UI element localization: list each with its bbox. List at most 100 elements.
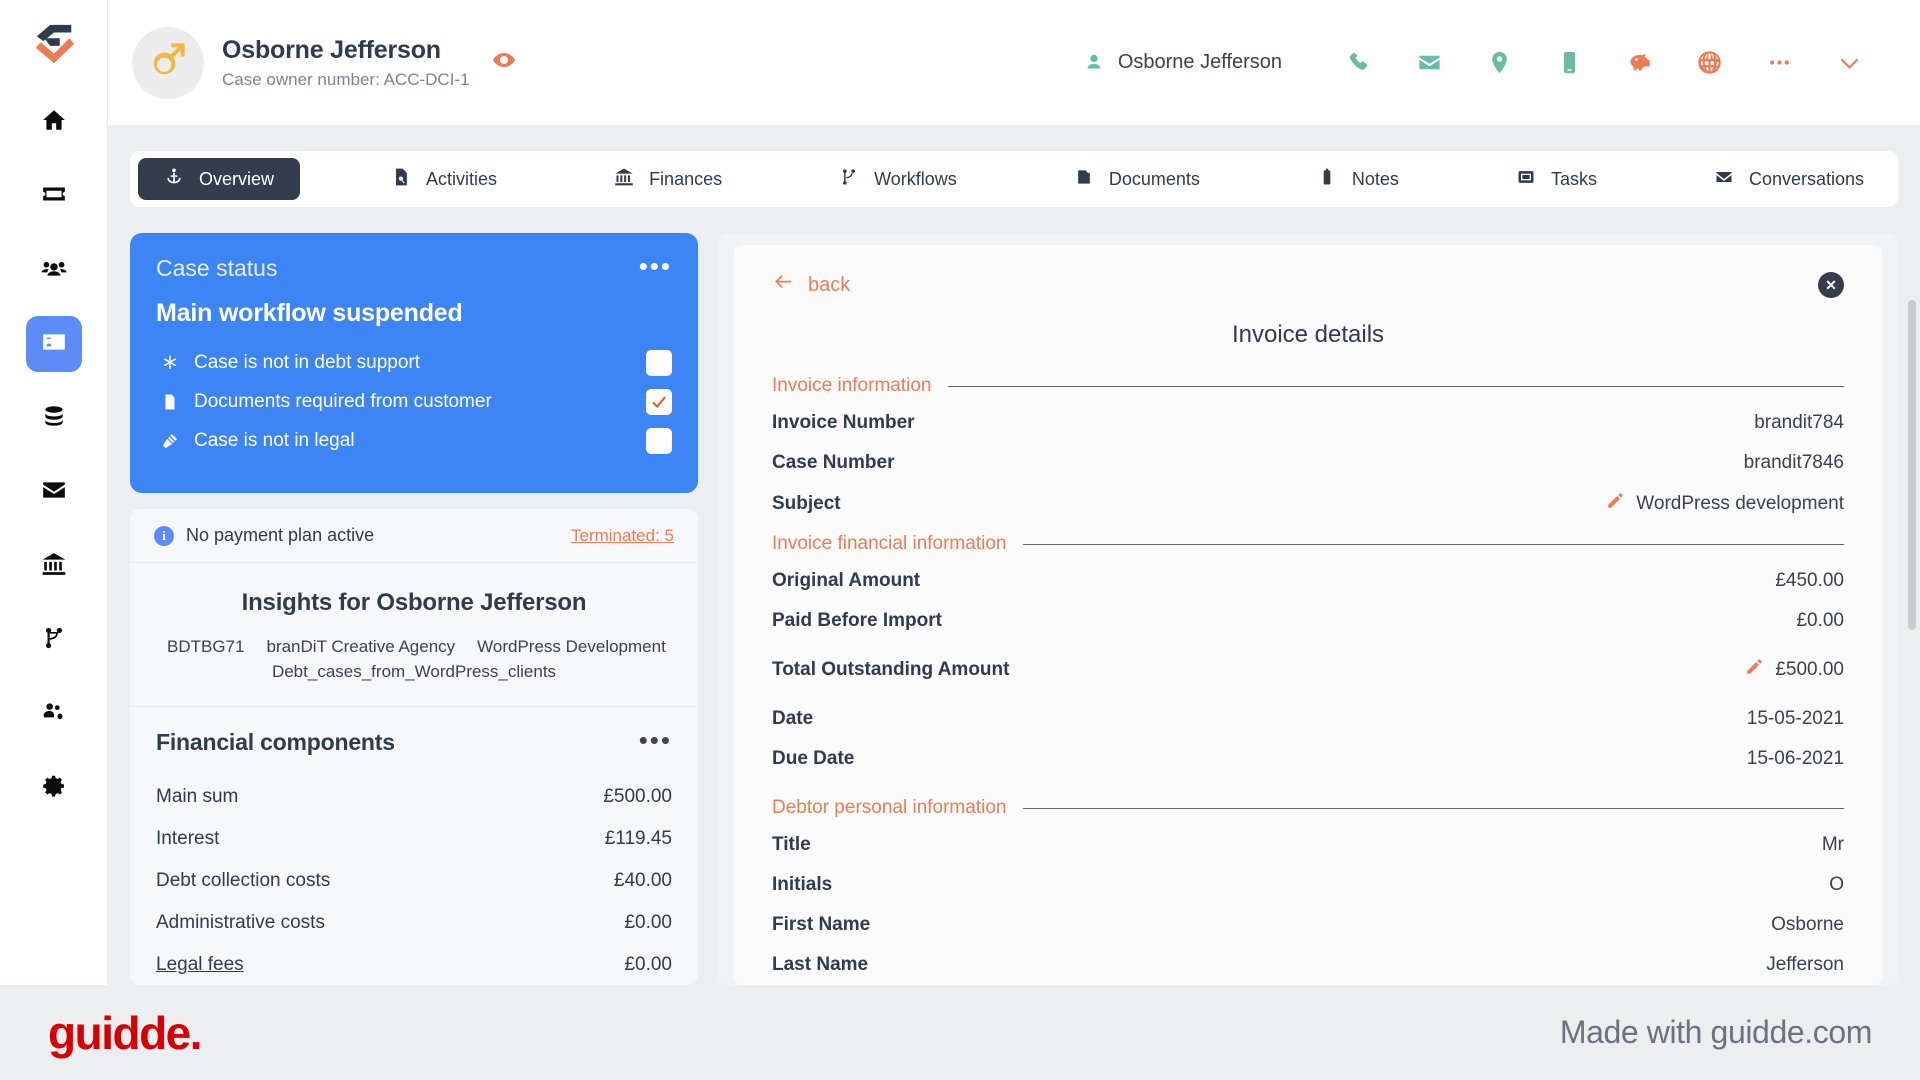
detail-row: Initials O (772, 865, 1844, 905)
row-spacer (772, 641, 1844, 649)
detail-row: Total Outstanding Amount £500.00 (772, 649, 1844, 691)
detail-row-value: Jefferson (1766, 954, 1844, 975)
piggy-bank-icon[interactable] (1604, 39, 1674, 87)
check-icon (652, 396, 666, 408)
asterisk-icon (156, 354, 184, 372)
financial-row: Legal fees £0.00 (156, 944, 672, 985)
sidebar-item-home[interactable] (26, 94, 82, 150)
chevron-down-icon[interactable] (1814, 39, 1884, 87)
section-label: Debtor personal information (772, 797, 1007, 818)
section-label: Invoice information (772, 375, 932, 396)
tab-documents[interactable]: Documents (1048, 158, 1226, 200)
info-icon: i (154, 525, 174, 546)
case-status-item-checkbox[interactable] (646, 428, 672, 454)
sidebar-item-mail[interactable] (26, 464, 82, 520)
envelope-icon (1714, 167, 1734, 192)
case-status-item[interactable]: Documents required from customer (156, 389, 672, 415)
phone-icon[interactable] (1324, 39, 1394, 87)
globe-icon[interactable] (1674, 39, 1744, 87)
eye-icon (492, 48, 516, 77)
database-icon (41, 403, 67, 434)
tab-overview[interactable]: Overview (138, 158, 301, 200)
sidebar-item-team-settings[interactable] (26, 686, 82, 742)
detail-row-value: brandit784 (1754, 412, 1844, 433)
financial-components-header: Financial components ••• (156, 728, 672, 756)
detail-row-key: Original Amount (772, 570, 921, 591)
detail-row-key: Initials (772, 874, 833, 895)
case-status-item[interactable]: Case is not in debt support (156, 350, 672, 376)
sidebar-item-workflows[interactable] (26, 612, 82, 668)
case-status-menu-ellipsis-icon[interactable]: ••• (639, 253, 672, 278)
gear-icon (41, 773, 67, 804)
sidebar-item-debtor-profile[interactable] (25, 316, 82, 372)
left-info-panel: i No payment plan active Terminated: 5 I… (130, 509, 698, 985)
back-button[interactable]: back (772, 271, 850, 299)
financial-row-value: £119.45 (604, 828, 672, 850)
visibility-toggle[interactable] (492, 48, 516, 77)
financial-row-key: Interest (156, 828, 220, 850)
case-status-item-label: Documents required from customer (194, 391, 492, 412)
card-icon (41, 181, 67, 212)
sidebar-item-customers[interactable] (26, 242, 82, 298)
close-icon[interactable]: ✕ (1818, 272, 1844, 298)
detail-row-value: WordPress development (1636, 493, 1844, 514)
detail-row: Invoice Number brandit784 (772, 403, 1844, 443)
detail-row: Due Date 15-06-2021 (772, 739, 1844, 779)
tab-finances[interactable]: Finances (588, 158, 748, 200)
app-logo[interactable] (26, 16, 82, 72)
financial-row-value: £500.00 (603, 786, 672, 808)
case-status-item-checkbox[interactable] (646, 389, 672, 415)
detail-row-value: £450.00 (1775, 570, 1844, 591)
document-icon (156, 393, 184, 411)
case-status-header: Case status ••• (156, 253, 672, 282)
detail-row-value: brandit7846 (1743, 452, 1844, 473)
invoice-details-outer: back ✕ Invoice details Invoice informati… (718, 233, 1898, 985)
financial-row-key-link[interactable]: Legal fees (156, 954, 244, 976)
insights-section: Insights for Osborne Jefferson BDTBG71 br… (130, 563, 698, 708)
case-owner-info: Osborne Jefferson Case owner number: ACC… (222, 36, 470, 90)
tab-label: Workflows (874, 168, 957, 189)
edit-pencil-icon[interactable] (1745, 658, 1763, 682)
made-with-guidde-label: Made with guidde.com (1559, 1014, 1873, 1050)
app-root: Osborne Jefferson Case owner number: ACC… (0, 0, 1920, 1080)
section-divider (948, 385, 1844, 387)
male-gender-icon (148, 40, 188, 85)
terminated-link[interactable]: Terminated: 5 (571, 526, 674, 546)
case-status-card: Case status ••• Main workflow suspended … (130, 233, 698, 493)
edit-pencil-icon[interactable] (1606, 492, 1624, 516)
guidde-logo: guidde. (48, 1006, 203, 1059)
insights-chips: BDTBG71 branDiT Creative Agency WordPress … (156, 635, 672, 684)
detail-row-key: First Name (772, 914, 871, 935)
left-nav-rail (0, 0, 108, 985)
account-user-name: Osborne Jefferson (1117, 51, 1282, 73)
sidebar-item-cases-board[interactable] (26, 168, 82, 224)
financial-components-menu-ellipsis-icon[interactable]: ••• (639, 728, 672, 753)
page-title: Osborne Jefferson (222, 35, 441, 64)
tab-tasks[interactable]: Tasks (1490, 158, 1623, 200)
detail-row-key: Invoice Number (772, 412, 915, 433)
mobile-icon[interactable] (1534, 39, 1604, 87)
case-status-item[interactable]: Case is not in legal (156, 428, 672, 454)
sidebar-item-data[interactable] (26, 390, 82, 446)
detail-row-key: Last Name (772, 954, 869, 975)
sidebar-item-settings[interactable] (26, 760, 82, 816)
main-region: Osborne Jefferson Case owner number: ACC… (108, 0, 1920, 985)
detail-row-value-group: WordPress development (1606, 492, 1844, 516)
location-pin-icon[interactable] (1464, 39, 1534, 87)
page-scrollbar[interactable] (1908, 300, 1916, 630)
case-status-title: Case status (156, 255, 278, 281)
case-status-item-checkbox[interactable] (646, 350, 672, 376)
account-user[interactable]: Osborne Jefferson (1083, 51, 1282, 74)
detail-row-key: Total Outstanding Amount (772, 659, 1010, 680)
ellipsis-icon[interactable] (1744, 39, 1814, 87)
envelope-icon (41, 477, 67, 508)
envelope-icon[interactable] (1394, 39, 1464, 87)
tab-notes[interactable]: Notes (1291, 158, 1425, 200)
section-header-invoice-financial-information: Invoice financial information (772, 533, 1844, 555)
tab-activities[interactable]: Activities (365, 158, 523, 200)
tab-conversations[interactable]: Conversations (1688, 158, 1890, 200)
arrow-left-icon (772, 271, 794, 299)
sidebar-item-bank[interactable] (26, 538, 82, 594)
section-label: Invoice financial information (772, 533, 1007, 554)
tab-workflows[interactable]: Workflows (813, 158, 983, 200)
